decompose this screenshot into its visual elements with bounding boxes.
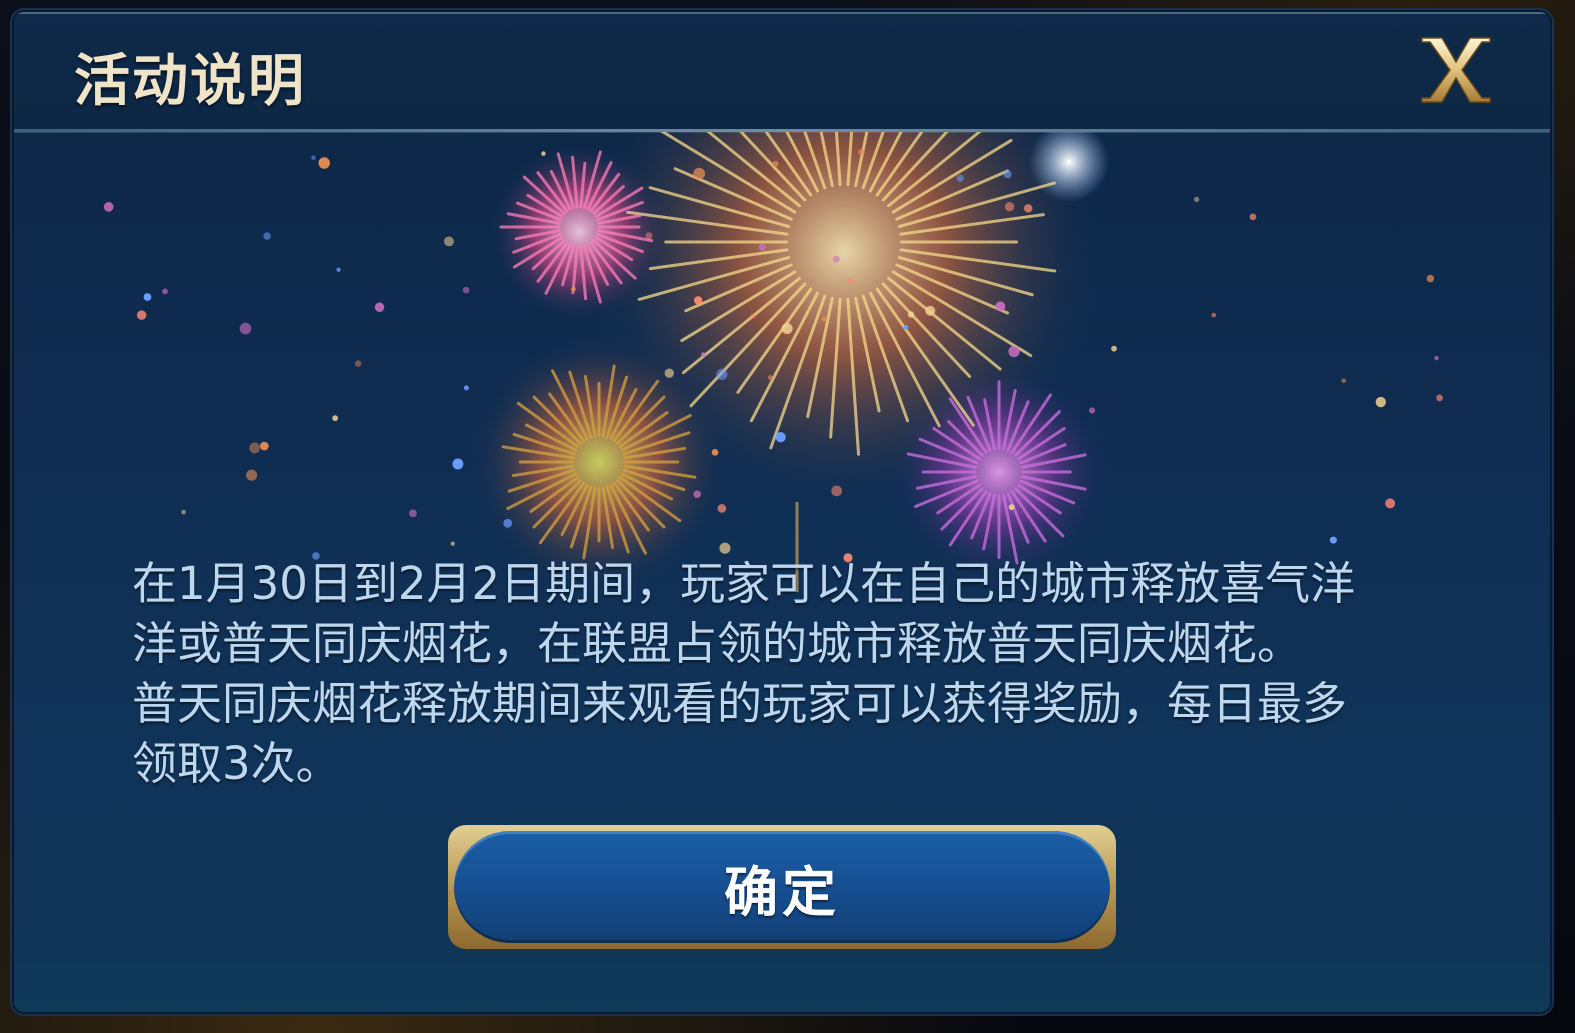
sparkle-dot xyxy=(103,202,114,212)
confirm-button[interactable]: 确定 xyxy=(448,825,1116,949)
sparkle-dot xyxy=(1341,378,1347,384)
sparkle-dot xyxy=(693,296,703,305)
sparkle-dot xyxy=(463,385,469,391)
sparkle-dot xyxy=(758,243,767,251)
sparkle-dot xyxy=(541,151,546,156)
confirm-button-label: 确定 xyxy=(724,860,840,924)
sparkle-dot xyxy=(775,432,786,443)
fireworks-art xyxy=(103,12,1443,592)
sparkle-dot xyxy=(450,541,455,546)
sparkle-dot xyxy=(645,232,653,240)
sparkle-dot xyxy=(781,322,793,335)
sparkle-dot xyxy=(311,155,316,161)
sparkle-dot xyxy=(1436,394,1443,402)
close-button[interactable] xyxy=(1416,32,1496,108)
sparkle-dot xyxy=(246,469,258,481)
sparkle-dot xyxy=(1008,345,1020,358)
sparkle-dot xyxy=(1434,355,1439,361)
sparkle-dot xyxy=(831,485,843,497)
close-x-icon xyxy=(1421,37,1491,103)
sparkle-dot xyxy=(354,360,362,367)
sparkle-dot xyxy=(1004,202,1015,212)
sparkle-dot xyxy=(907,311,915,318)
sparkle-dot xyxy=(1023,204,1033,213)
fireworks-illustration xyxy=(14,12,1550,592)
sparkle-dot xyxy=(664,368,675,378)
sparkle-dot xyxy=(711,448,719,456)
sparkle-dot xyxy=(1111,345,1117,352)
sparkle-dot xyxy=(263,232,271,240)
sparkle-dot xyxy=(701,352,706,357)
sparkle-dot xyxy=(693,490,701,498)
sparkle-dot xyxy=(1426,274,1435,283)
sparkle-dot xyxy=(374,302,385,313)
sparkle-dot xyxy=(249,442,261,454)
sparkle-dot xyxy=(832,255,840,263)
sparkle-dot xyxy=(717,504,727,513)
sparkle-dot xyxy=(318,157,330,169)
sparkle-dot xyxy=(956,174,964,182)
sparkle-dot xyxy=(181,509,186,515)
description-line: 领取3次。 xyxy=(132,737,341,790)
sparkle-dot xyxy=(1249,213,1257,221)
event-description: 在1月30日到2月2日期间，玩家可以在自己的城市释放喜气洋 洋或普天同庆烟花，在… xyxy=(132,554,1452,794)
sparkle-dot xyxy=(1329,536,1337,544)
sparkle-dot xyxy=(772,160,779,167)
sparkle-dot xyxy=(503,518,513,528)
bottom-decor xyxy=(14,942,1550,1012)
sparkle-dot xyxy=(259,441,269,451)
sparkle-dot xyxy=(719,542,731,554)
sparkle-dot xyxy=(452,458,464,470)
sparkle-dot xyxy=(571,286,576,292)
sparkle-dot xyxy=(162,288,168,295)
sparkle-dot xyxy=(750,314,755,319)
sparkle-dot xyxy=(408,509,417,518)
sparkle-dot xyxy=(332,415,339,422)
sparkle-dot xyxy=(1003,170,1012,179)
sparkle-dot xyxy=(716,368,728,381)
sparkle-dot xyxy=(1193,196,1200,203)
event-info-dialog: 活动说明 在1月30日到2月2日期间，玩家可以在自己的城市释放喜气洋 洋或普天同… xyxy=(14,12,1550,1012)
sparkle-dot xyxy=(767,375,773,380)
sparkle-dot xyxy=(1375,396,1386,408)
sparkle-dot xyxy=(903,324,909,330)
sparkle-dot xyxy=(136,310,147,320)
dialog-header: 活动说明 xyxy=(14,12,1550,133)
sparkle-dot xyxy=(1211,312,1217,318)
sparkle-dot xyxy=(443,236,454,247)
sparkle-dot xyxy=(143,293,152,301)
sparkle-dot xyxy=(336,267,341,272)
description-line: 在1月30日到2月2日期间，玩家可以在自己的城市释放喜气洋 xyxy=(132,557,1356,610)
sparkle-dot xyxy=(821,316,827,322)
dialog-title: 活动说明 xyxy=(74,49,306,114)
sparkle-dot xyxy=(693,167,706,180)
sparkle-dot xyxy=(995,301,1006,312)
description-line: 洋或普天同庆烟花，在联盟占领的城市释放普天同庆烟花。 xyxy=(132,617,1303,670)
sparkle-dot xyxy=(1385,498,1396,509)
sparkle-dot xyxy=(925,305,936,316)
sparkle-dot xyxy=(1008,504,1015,511)
sparkle-dot xyxy=(1089,407,1096,414)
sparkle-dot xyxy=(462,286,470,294)
sparkle-dot xyxy=(239,322,252,335)
sparkle-dot xyxy=(848,278,854,284)
description-line: 普天同庆烟花释放期间来观看的玩家可以获得奖励，每日最多 xyxy=(132,677,1348,730)
sparkle-dot xyxy=(858,148,865,156)
